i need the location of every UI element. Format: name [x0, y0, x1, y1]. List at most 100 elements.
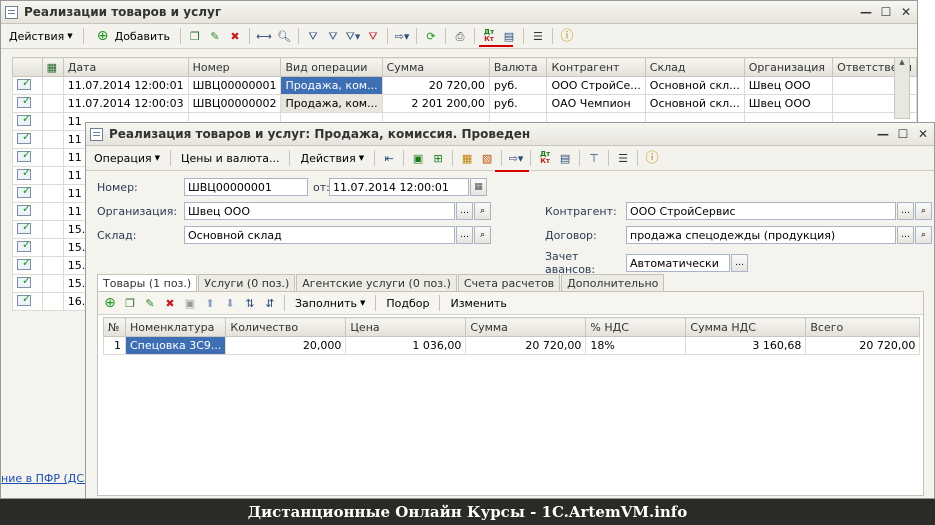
col-number[interactable]: Номер [187, 57, 282, 77]
help-icon[interactable]: ⓘ [643, 149, 661, 167]
col-date-icon[interactable]: ▦ [41, 57, 64, 77]
col-currency[interactable]: Валюта [488, 57, 548, 77]
report-icon[interactable]: ▤ [500, 27, 518, 45]
search-icon[interactable]: ⌕ [474, 226, 491, 244]
col-store[interactable]: Склад [644, 57, 745, 77]
end-edit-icon[interactable]: ▣ [181, 294, 199, 312]
col-qty[interactable]: Количество [225, 317, 347, 337]
select-button[interactable]: … [456, 202, 473, 220]
close-button[interactable]: ✕ [899, 5, 913, 19]
tab-additional[interactable]: Дополнительно [561, 274, 665, 292]
agent-field[interactable]: ООО СтройСервис [626, 202, 896, 220]
calendar-icon: ▦ [46, 60, 58, 74]
org-field[interactable]: Швец ООО [184, 202, 455, 220]
dt-kt-underline [479, 45, 513, 47]
maximize-button[interactable]: ☐ [896, 127, 910, 141]
pfr-link[interactable]: ние в ПФР (ДСВ [1, 472, 92, 485]
edit-icon[interactable]: ✎ [141, 294, 159, 312]
list-scrollbar[interactable]: ▲ [894, 57, 910, 119]
structure-icon[interactable]: ☰ [529, 27, 547, 45]
col-date[interactable]: Дата [62, 57, 189, 77]
contract-field[interactable]: продажа спецодежды (продукция) [626, 226, 896, 244]
move-up-icon[interactable]: ⬆ [201, 294, 219, 312]
filter-menu-icon[interactable]: ⛛▾ [344, 27, 362, 45]
actions-menu[interactable]: Действия ▼ [4, 28, 78, 45]
select-button[interactable]: … [456, 226, 473, 244]
operation-menu[interactable]: Операция ▼ [89, 150, 165, 167]
tab-agent-services[interactable]: Агентские услуги (0 поз.) [296, 274, 457, 292]
date-field[interactable]: 11.07.2014 12:00:01 [329, 178, 469, 196]
print-icon[interactable]: ⎙ [451, 27, 469, 45]
report-icon[interactable]: ▤ [556, 149, 574, 167]
list-settings-icon[interactable]: ☰ [614, 149, 632, 167]
search-icon[interactable]: ⌕ [915, 226, 932, 244]
dt-kt-icon[interactable]: Дт Кт [536, 149, 554, 167]
minimize-button[interactable]: — [859, 5, 873, 19]
select-button[interactable]: … [897, 226, 914, 244]
change-button[interactable]: Изменить [445, 295, 511, 312]
table-row[interactable]: 1 Спецовка 3С9... 20,000 1 036,00 20 720… [103, 336, 921, 355]
fill-menu[interactable]: Заполнить ▼ [290, 295, 370, 312]
number-field[interactable]: ШВЦ00000001 [184, 178, 308, 196]
refresh-icon[interactable]: ⟳ [422, 27, 440, 45]
post-icon[interactable]: ⊞ [429, 149, 447, 167]
col-sum[interactable]: Сумма [465, 317, 587, 337]
actions-menu[interactable]: Действия ▼ [295, 150, 369, 167]
col-vat[interactable]: % НДС [585, 317, 687, 337]
table-row[interactable]: 11.07.2014 12:00:03 ШВЦ00000002 Продажа,… [12, 94, 917, 113]
unpost-icon[interactable]: ▧ [478, 149, 496, 167]
tab-services[interactable]: Услуги (0 поз.) [198, 274, 296, 292]
pick-button[interactable]: Подбор [381, 295, 434, 312]
filter-value-icon[interactable]: ⛛ [324, 27, 342, 45]
col-total[interactable]: Всего [805, 317, 921, 337]
sort-asc-icon[interactable]: ⇅ [241, 294, 259, 312]
posted-icon [17, 186, 31, 198]
sort-desc-icon[interactable]: ⇵ [261, 294, 279, 312]
delete-icon[interactable]: ✖ [226, 27, 244, 45]
structure-icon[interactable]: ⊤ [585, 149, 603, 167]
help-icon[interactable]: ⓘ [558, 27, 576, 45]
save-icon[interactable]: ▣ [409, 149, 427, 167]
minimize-button[interactable]: — [876, 127, 890, 141]
col-price[interactable]: Цена [345, 317, 467, 337]
col-org[interactable]: Организация [743, 57, 834, 77]
tab-goods[interactable]: Товары (1 поз.) [97, 274, 198, 292]
delete-icon[interactable]: ✖ [161, 294, 179, 312]
table-row[interactable]: 11.07.2014 12:00:01 ШВЦ00000001 Продажа,… [12, 76, 917, 95]
move-down-icon[interactable]: ⬇ [221, 294, 239, 312]
col-agent[interactable]: Контрагент [546, 57, 646, 77]
search-icon[interactable]: ⌕ [915, 202, 932, 220]
select-button[interactable]: … [897, 202, 914, 220]
add-button[interactable]: ⊕ Добавить [89, 25, 175, 47]
store-field[interactable]: Основной склад [184, 226, 455, 244]
copy-icon[interactable]: ❐ [121, 294, 139, 312]
edit-icon[interactable]: ✎ [206, 27, 224, 45]
filter-icon[interactable]: ⛛ [304, 27, 322, 45]
col-vat-sum[interactable]: Сумма НДС [685, 317, 807, 337]
calendar-icon[interactable]: ▦ [470, 178, 487, 196]
enter-based-icon[interactable]: ⇨▾ [393, 27, 411, 45]
maximize-button[interactable]: ☐ [879, 5, 893, 19]
col-sum[interactable]: Сумма [381, 57, 490, 77]
find-icon[interactable]: 🔍︎ [275, 27, 293, 45]
search-icon[interactable]: ⌕ [474, 202, 491, 220]
col-n[interactable]: № [103, 317, 126, 337]
copy-icon[interactable]: ❐ [186, 27, 204, 45]
interval-icon[interactable]: ⟷ [255, 27, 273, 45]
dt-kt-icon[interactable]: Дт Кт [480, 27, 498, 45]
org-label: Организация: [97, 204, 178, 218]
posted-icon [17, 258, 31, 270]
prices-currency-button[interactable]: Цены и валюта... [176, 150, 284, 167]
select-button[interactable]: … [731, 254, 748, 272]
col-item[interactable]: Номенклатура [124, 317, 227, 337]
tab-accounts[interactable]: Счета расчетов [457, 274, 561, 292]
col-status[interactable] [12, 57, 43, 77]
post-document-icon[interactable]: ▦ [458, 149, 476, 167]
close-button[interactable]: ✕ [916, 127, 930, 141]
clear-filter-icon[interactable]: ⛛ [364, 27, 382, 45]
enter-based-icon[interactable]: ⇨▾ [507, 149, 525, 167]
add-icon[interactable]: ⊕ [101, 294, 119, 312]
advance-field[interactable]: Автоматически [626, 254, 730, 272]
col-operation[interactable]: Вид операции [280, 57, 383, 77]
post-and-close-icon[interactable]: ⇤ [380, 149, 398, 167]
